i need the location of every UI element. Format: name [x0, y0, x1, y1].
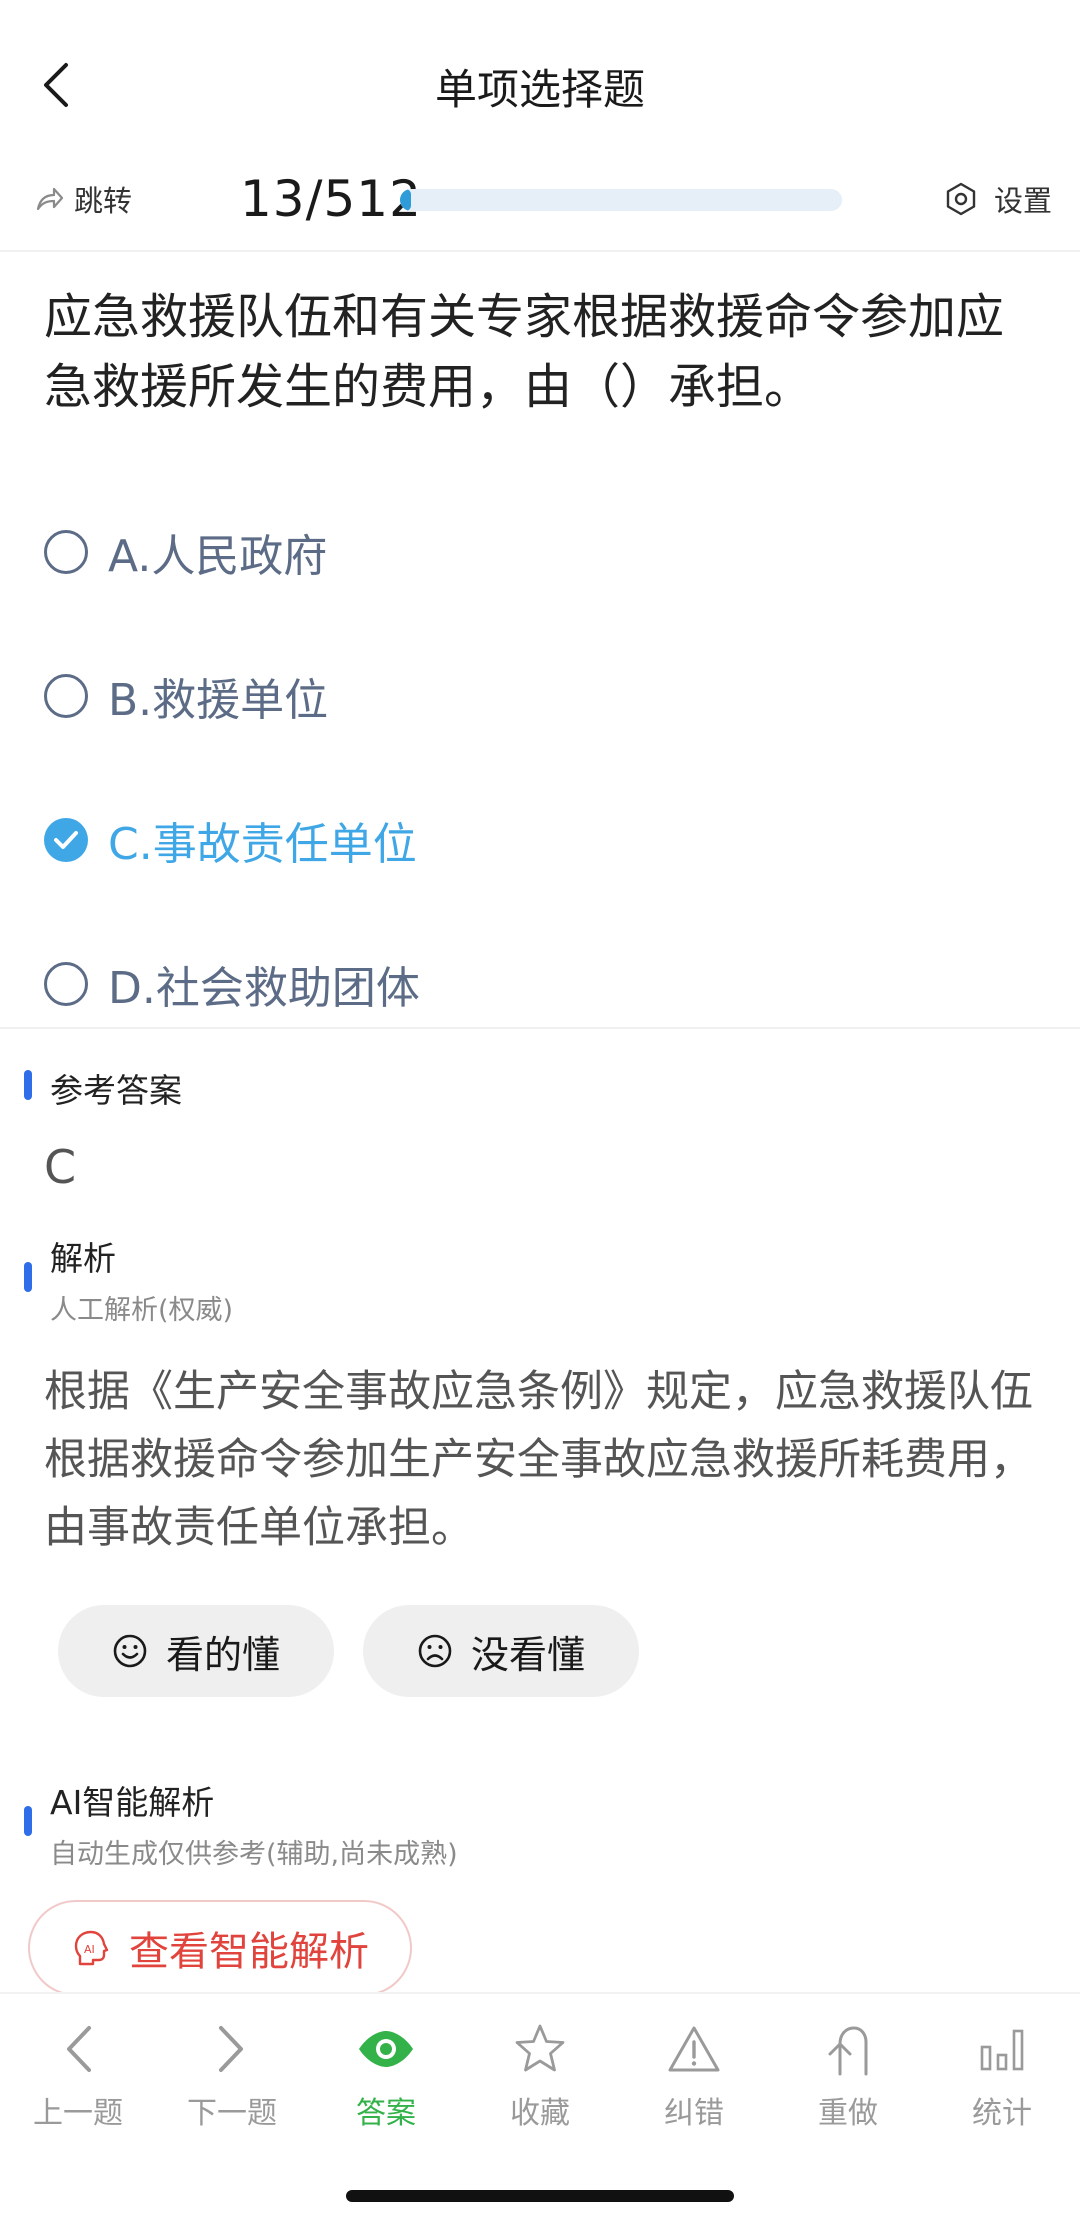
- divider: [0, 1027, 1080, 1029]
- nav-report-error[interactable]: 纠错: [617, 2018, 771, 2132]
- page-title: 单项选择题: [434, 65, 645, 114]
- section-marker: [24, 1262, 32, 1292]
- nav-answer[interactable]: 答案: [309, 2018, 463, 2132]
- nav-label: 下一题: [187, 2096, 277, 2131]
- not-understood-button[interactable]: 没看懂: [363, 1605, 639, 1697]
- option-label: B.救援单位: [108, 675, 329, 726]
- settings-label: 设置: [993, 184, 1052, 218]
- understood-label: 看的懂: [165, 1632, 280, 1677]
- radio-icon: [44, 674, 88, 718]
- progress-row: 跳转 13/512 设置: [0, 170, 1080, 250]
- not-understood-label: 没看懂: [470, 1632, 585, 1677]
- nav-prev[interactable]: 上一题: [1, 2018, 155, 2132]
- bottom-nav: 上一题 下一题 答案 收藏 纠错 重做 统计: [0, 1992, 1080, 2223]
- question-text: 应急救援队伍和有关专家根据救援命令参加应急救援所发生的费用，由（）承担。: [44, 289, 1005, 415]
- options-list: A.人民政府 B.救援单位 C.事故责任单位 D.社会救助团体: [44, 480, 1044, 1056]
- nav-label: 收藏: [510, 2096, 570, 2131]
- jump-label: 跳转: [74, 184, 133, 218]
- warning-icon: [668, 2026, 720, 2072]
- option-label: D.社会救助团体: [108, 963, 420, 1014]
- analysis-section-title: 解析: [50, 1239, 116, 1278]
- question-counter: 13/512: [240, 170, 422, 228]
- nav-label: 答案: [356, 2096, 416, 2131]
- ai-head-icon: AI: [74, 1930, 109, 1966]
- check-circle-icon: [44, 818, 88, 862]
- frown-icon: [418, 1634, 452, 1668]
- progress-bar: [400, 189, 842, 211]
- understood-button[interactable]: 看的懂: [58, 1605, 334, 1697]
- option-label: C.事故责任单位: [108, 819, 417, 870]
- option-d[interactable]: D.社会救助团体: [44, 912, 1044, 1056]
- star-icon: [515, 2024, 565, 2072]
- header: 单项选择题: [0, 0, 1080, 170]
- eye-icon: [359, 2031, 413, 2067]
- view-ai-analysis-button[interactable]: AI 查看智能解析: [28, 1900, 412, 1996]
- nav-next[interactable]: 下一题: [155, 2018, 309, 2132]
- chevron-left-icon: [67, 2026, 91, 2072]
- radio-icon: [44, 530, 88, 574]
- option-label: A.人民政府: [108, 531, 328, 582]
- answer-section-title: 参考答案: [50, 1071, 182, 1110]
- ai-button-label: 查看智能解析: [129, 1929, 369, 1975]
- nav-label: 纠错: [664, 2096, 724, 2131]
- nav-redo[interactable]: 重做: [771, 2018, 925, 2132]
- nav-favorite[interactable]: 收藏: [463, 2018, 617, 2132]
- chevron-right-icon: [219, 2026, 243, 2072]
- ai-section-title: AI智能解析: [50, 1783, 215, 1822]
- share-arrow-icon: [36, 187, 64, 211]
- section-marker: [24, 1070, 32, 1100]
- radio-icon: [44, 962, 88, 1006]
- jump-button[interactable]: 跳转: [34, 178, 132, 220]
- nav-statistics[interactable]: 统计: [925, 2018, 1079, 2132]
- analysis-subtitle: 人工解析(权威): [50, 1295, 234, 1326]
- nav-label: 重做: [818, 2096, 878, 2131]
- home-indicator[interactable]: [346, 2190, 734, 2202]
- ai-subtitle: 自动生成仅供参考(辅助,尚未成熟): [50, 1839, 458, 1870]
- bar-chart-icon: [980, 2029, 1024, 2071]
- option-b[interactable]: B.救援单位: [44, 624, 1044, 768]
- smile-icon: [113, 1634, 147, 1668]
- divider: [0, 250, 1080, 252]
- redo-icon: [828, 2026, 868, 2076]
- svg-text:AI: AI: [84, 1943, 95, 1956]
- analysis-text: 根据《生产安全事故应急条例》规定，应急救援队伍根据救援命令参加生产安全事故应急救…: [44, 1367, 1033, 1553]
- option-c[interactable]: C.事故责任单位: [44, 768, 1044, 912]
- nav-label: 统计: [972, 2096, 1032, 2131]
- section-marker: [24, 1806, 32, 1836]
- settings-button[interactable]: 设置: [944, 178, 1052, 220]
- gear-icon: [946, 182, 976, 216]
- answer-value: C: [44, 1140, 77, 1194]
- nav-label: 上一题: [33, 2096, 123, 2131]
- option-a[interactable]: A.人民政府: [44, 480, 1044, 624]
